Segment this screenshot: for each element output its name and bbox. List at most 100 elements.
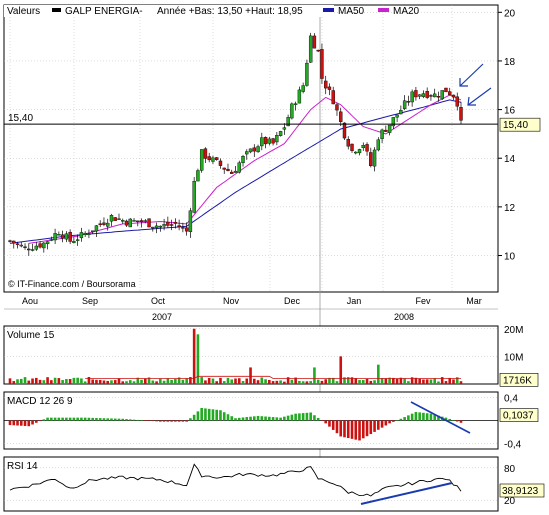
macd-bar bbox=[392, 420, 395, 422]
macd-bar bbox=[117, 418, 121, 421]
macd-bar bbox=[448, 418, 452, 421]
macd-bar bbox=[83, 417, 87, 421]
macd-bar bbox=[200, 407, 203, 421]
ma50-label: MA50 bbox=[338, 6, 365, 17]
header-prefix: Valeurs bbox=[7, 6, 40, 17]
candle-body bbox=[301, 85, 305, 92]
macd-bar bbox=[136, 419, 140, 421]
month-label: Nov bbox=[223, 296, 240, 306]
candle-body bbox=[361, 145, 365, 149]
volume-bar bbox=[151, 380, 155, 384]
volume-bar bbox=[200, 377, 203, 384]
candle-body bbox=[399, 109, 403, 115]
macd-bar bbox=[425, 413, 429, 421]
macd-bar bbox=[31, 420, 34, 425]
macd-bar bbox=[384, 420, 388, 426]
macd-bar bbox=[290, 414, 294, 421]
month-label: Aou bbox=[22, 296, 38, 306]
macd-bar bbox=[286, 415, 290, 421]
macd-bar bbox=[343, 420, 346, 438]
volume-bar bbox=[91, 379, 94, 384]
macd-bar bbox=[219, 410, 222, 421]
candle-body bbox=[207, 156, 211, 161]
macd-bar bbox=[252, 416, 256, 421]
volume-bar bbox=[245, 378, 249, 384]
macd-bar bbox=[110, 418, 113, 421]
volume-bar bbox=[46, 377, 49, 384]
volume-bar bbox=[437, 381, 440, 384]
volume-bar bbox=[226, 377, 230, 384]
volume-bar bbox=[174, 378, 177, 384]
macd-bar bbox=[301, 413, 305, 421]
candle-body bbox=[15, 243, 20, 245]
macd-bar bbox=[27, 420, 31, 427]
candle-body bbox=[222, 167, 226, 170]
macd-bar bbox=[226, 414, 230, 421]
volume-bar bbox=[361, 380, 365, 384]
macd-bar bbox=[365, 420, 369, 437]
candle-body bbox=[387, 124, 392, 133]
volume-bar bbox=[241, 381, 245, 384]
volume-bar bbox=[369, 380, 373, 384]
volume-bar bbox=[113, 380, 117, 384]
volume-bar bbox=[125, 381, 128, 384]
macd-bar bbox=[23, 420, 27, 426]
volume-bar bbox=[384, 378, 388, 384]
volume-bar bbox=[19, 378, 23, 384]
volume-bar bbox=[76, 377, 79, 384]
macd-bar bbox=[147, 420, 151, 421]
candle-body bbox=[128, 218, 132, 228]
candle-body bbox=[184, 227, 189, 232]
macd-bar bbox=[76, 417, 79, 421]
volume-bar bbox=[95, 379, 98, 384]
volume-bar bbox=[87, 376, 91, 384]
candle-body bbox=[23, 246, 27, 248]
macd-bar bbox=[222, 412, 226, 421]
volume-bar bbox=[237, 378, 241, 384]
candle-body bbox=[12, 240, 16, 244]
volume-bar bbox=[65, 379, 68, 384]
candle-body bbox=[98, 223, 102, 225]
candle-body bbox=[350, 143, 354, 151]
macd-bar bbox=[192, 414, 196, 421]
volume-bar bbox=[185, 378, 188, 384]
macd-bar bbox=[12, 420, 16, 426]
volume-bar bbox=[207, 377, 211, 384]
candle-body bbox=[8, 240, 12, 242]
macd-title: MACD 12 26 9 bbox=[7, 396, 73, 407]
rsi-panel: 80 2038,9123 RSI 14 bbox=[3, 456, 545, 512]
volume-bar bbox=[298, 380, 301, 384]
price-y-tick-label: 20 bbox=[504, 8, 516, 19]
macd-last-label: 0,1037 bbox=[503, 411, 534, 422]
price-plot-area bbox=[3, 4, 499, 293]
candle-body bbox=[75, 239, 80, 241]
macd-bar bbox=[95, 417, 98, 421]
macd-bar bbox=[57, 417, 61, 421]
volume-bar bbox=[316, 379, 320, 384]
volume-bar bbox=[162, 380, 166, 384]
volume-bar bbox=[204, 380, 207, 384]
candle-body bbox=[380, 129, 384, 139]
price-y-tick-label: 12 bbox=[504, 203, 516, 214]
macd-bar bbox=[102, 418, 106, 421]
macd-bar bbox=[128, 419, 132, 421]
candle-body bbox=[143, 220, 148, 222]
candle-body bbox=[188, 210, 193, 233]
macd-bar bbox=[388, 420, 391, 424]
volume-bar bbox=[429, 379, 433, 384]
candle-body bbox=[282, 127, 287, 130]
candle-body bbox=[192, 180, 196, 213]
macd-bar bbox=[87, 417, 91, 421]
price-y-tick-label: 14 bbox=[504, 154, 516, 165]
macd-y-ticks: 0,4 -0,4 0,1037 bbox=[499, 394, 539, 450]
ma20-swatch bbox=[378, 8, 389, 12]
volume-bar bbox=[290, 379, 294, 384]
candle-body bbox=[432, 93, 437, 98]
candle-body bbox=[248, 148, 253, 153]
volume-bar bbox=[313, 367, 316, 384]
year-label: 2007 bbox=[152, 312, 172, 322]
volume-bar bbox=[433, 378, 436, 384]
candle-body bbox=[166, 221, 170, 226]
volume-bar bbox=[80, 378, 83, 384]
candle-body bbox=[57, 234, 61, 236]
